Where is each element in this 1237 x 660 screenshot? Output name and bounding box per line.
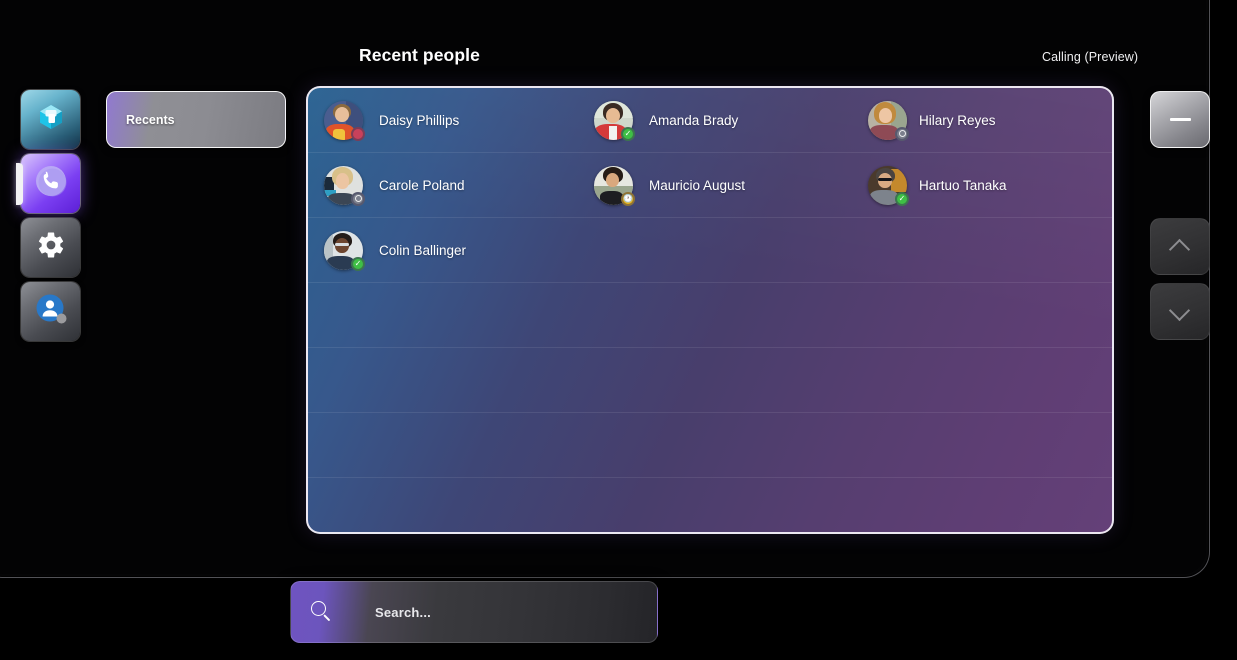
person-icon bbox=[33, 291, 69, 332]
phone-icon bbox=[31, 161, 71, 206]
avatar: ✓ bbox=[594, 100, 635, 141]
list-item[interactable]: ✓ Hartuo Tanaka bbox=[848, 153, 1112, 217]
table-row-empty bbox=[308, 348, 1112, 413]
table-row: Carole Poland 🕐 Mauricio August ✓ Hartuo… bbox=[308, 153, 1112, 218]
left-rail bbox=[16, 90, 81, 346]
tab-strip: Recents bbox=[106, 91, 286, 148]
list-item-label: Mauricio August bbox=[649, 177, 746, 193]
people-grid: Daisy Phillips ✓ Amanda Brady Hilary Rey… bbox=[308, 88, 1112, 532]
search-bar[interactable]: Search... bbox=[290, 581, 658, 643]
active-indicator bbox=[16, 163, 23, 205]
minimize-button[interactable] bbox=[1150, 91, 1210, 148]
list-item[interactable]: ✓ Amanda Brady bbox=[578, 88, 848, 152]
status-badge bbox=[351, 126, 365, 141]
sidebar-item-people[interactable] bbox=[21, 282, 80, 341]
header: Recent people Calling (Preview) bbox=[0, 0, 1237, 84]
scroll-up-button[interactable] bbox=[1150, 218, 1210, 275]
scroll-down-button[interactable] bbox=[1150, 283, 1210, 340]
tab-recents[interactable]: Recents bbox=[106, 91, 286, 148]
sidebar-item-teams-app[interactable] bbox=[21, 90, 80, 149]
list-item[interactable]: ✓ Colin Ballinger bbox=[308, 218, 578, 282]
list-item-label: Colin Ballinger bbox=[379, 242, 467, 258]
status-badge bbox=[351, 191, 365, 206]
gear-icon bbox=[36, 230, 66, 265]
avatar bbox=[868, 100, 909, 141]
avatar: ✓ bbox=[324, 230, 365, 271]
list-item-label: Hartuo Tanaka bbox=[919, 177, 1007, 193]
avatar bbox=[324, 165, 365, 206]
chevron-down-icon bbox=[1169, 301, 1191, 323]
page-title: Recent people bbox=[359, 45, 480, 65]
list-item[interactable]: Hilary Reyes bbox=[848, 88, 1112, 152]
list-item[interactable]: Carole Poland bbox=[308, 153, 578, 217]
table-row: ✓ Colin Ballinger bbox=[308, 218, 1112, 283]
list-item-label: Hilary Reyes bbox=[919, 112, 996, 128]
teams-logo-icon bbox=[35, 101, 67, 138]
list-item-label: Amanda Brady bbox=[649, 112, 739, 128]
minimize-icon bbox=[1169, 118, 1191, 121]
status-badge: ✓ bbox=[895, 191, 909, 206]
list-item-empty bbox=[578, 218, 848, 282]
status-badge: ✓ bbox=[351, 256, 365, 271]
status-badge: ✓ bbox=[621, 126, 635, 141]
tab-recents-label: Recents bbox=[126, 112, 175, 127]
recent-people-panel: Daisy Phillips ✓ Amanda Brady Hilary Rey… bbox=[306, 86, 1114, 534]
table-row-empty bbox=[308, 413, 1112, 478]
list-item[interactable]: Daisy Phillips bbox=[308, 88, 578, 152]
app-label: Calling (Preview) bbox=[1042, 50, 1139, 64]
status-badge: 🕐 bbox=[621, 191, 635, 206]
chevron-up-icon bbox=[1169, 236, 1191, 258]
avatar bbox=[324, 100, 365, 141]
list-item-label: Daisy Phillips bbox=[379, 112, 460, 128]
table-row: Daisy Phillips ✓ Amanda Brady Hilary Rey… bbox=[308, 88, 1112, 153]
status-badge bbox=[895, 126, 909, 141]
table-row-empty bbox=[308, 283, 1112, 348]
avatar: ✓ bbox=[868, 165, 909, 206]
sidebar-item-calls-app[interactable] bbox=[16, 154, 80, 213]
search-input[interactable]: Search... bbox=[375, 605, 431, 620]
search-icon bbox=[311, 601, 333, 623]
sidebar-item-settings[interactable] bbox=[21, 218, 80, 277]
list-item-empty bbox=[848, 218, 1112, 282]
right-controls bbox=[1150, 91, 1210, 348]
app-root: Recent people Calling (Preview) Recents … bbox=[0, 0, 1237, 660]
list-item-label: Carole Poland bbox=[379, 177, 465, 193]
list-item[interactable]: 🕐 Mauricio August bbox=[578, 153, 848, 217]
avatar: 🕐 bbox=[594, 165, 635, 206]
